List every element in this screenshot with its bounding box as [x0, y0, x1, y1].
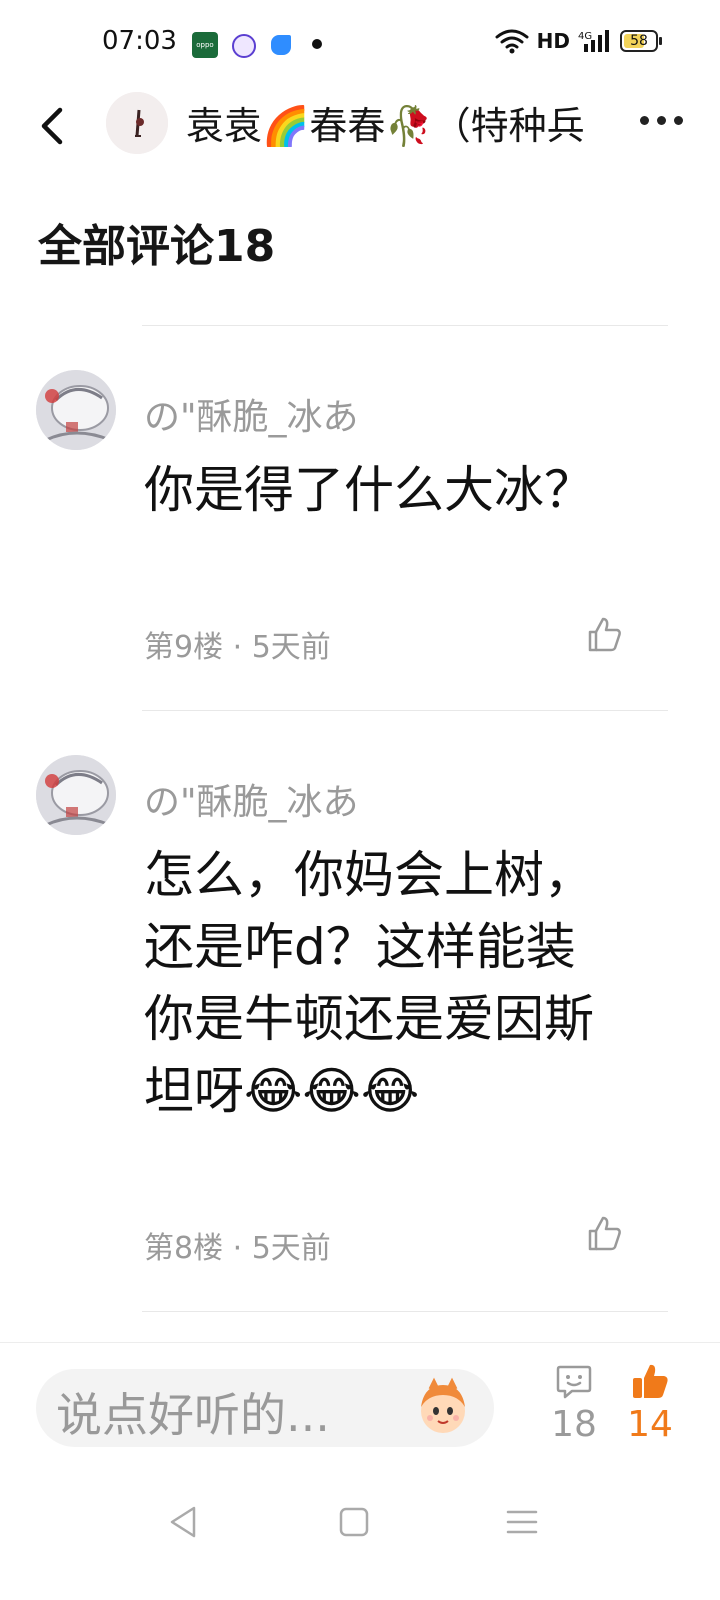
commenter-name[interactable]: の"酥脆_冰あ [144, 388, 359, 440]
network-type-label: HD [536, 29, 570, 53]
comment-bubble-icon [556, 1365, 592, 1399]
author-avatar[interactable] [106, 92, 168, 154]
status-bar: 07:03 oppo HD 4G 58 [0, 0, 720, 88]
wifi-icon [495, 29, 529, 54]
comment-text: 怎么，你妈会上树，还是咋d？这样能装 你是牛顿还是爱因斯坦呀😂😂😂 [144, 846, 594, 1120]
svg-text:4G: 4G [578, 31, 592, 42]
commenter-avatar[interactable] [36, 755, 116, 835]
app-notification-icon [271, 35, 291, 55]
comment-input[interactable]: 说点好听的... [36, 1369, 494, 1447]
comment-input-placeholder: 说点好听的... [56, 1388, 330, 1442]
battery-icon: 58 [620, 30, 662, 52]
nav-menu-icon[interactable] [502, 1502, 542, 1542]
thumbs-up-icon[interactable] [584, 1213, 624, 1253]
comment-count: 18 [551, 1404, 597, 1445]
post-title: 袁袁🌈春春🥀（特种兵 [186, 104, 585, 148]
oppo-app-icon: oppo [192, 32, 218, 58]
comment-meta: 第9楼 · 5天前 [144, 630, 331, 665]
nav-back-icon[interactable] [164, 1502, 204, 1542]
comments-button[interactable]: 18 [544, 1361, 604, 1445]
app-header: 袁袁🌈春春🥀（特种兵 [0, 88, 720, 168]
divider [142, 710, 668, 711]
status-time: 07:03 [102, 26, 177, 56]
more-notifications-dot-icon [312, 39, 322, 49]
avatar-image [36, 755, 116, 835]
like-button[interactable]: 14 [620, 1361, 680, 1445]
commenter-avatar[interactable] [36, 370, 116, 450]
thumbs-up-icon[interactable] [584, 614, 624, 654]
avatar-image [106, 92, 168, 154]
comment-text: 你是得了什么大冰？ [144, 461, 594, 519]
divider [142, 325, 668, 326]
divider [142, 1311, 668, 1312]
battery-level: 58 [630, 33, 648, 49]
status-icons: HD 4G 58 [495, 28, 662, 54]
system-navigation-bar [0, 1480, 720, 1600]
comment-meta: 第8楼 · 5天前 [144, 1231, 331, 1266]
app-notification-icon [232, 34, 256, 58]
like-count: 14 [627, 1404, 673, 1445]
signal-icon: 4G [578, 30, 609, 52]
comments-section-title: 全部评论18 [38, 221, 276, 272]
back-arrow-icon[interactable] [30, 100, 78, 152]
commenter-name[interactable]: の"酥脆_冰あ [144, 773, 359, 825]
thumbs-up-filled-icon [633, 1364, 668, 1398]
sticker-icon[interactable] [412, 1377, 474, 1439]
bottom-action-bar: 说点好听的... 18 14 [0, 1342, 720, 1463]
avatar-image [36, 370, 116, 450]
more-options-icon[interactable] [640, 108, 696, 132]
nav-home-icon[interactable] [334, 1502, 374, 1542]
